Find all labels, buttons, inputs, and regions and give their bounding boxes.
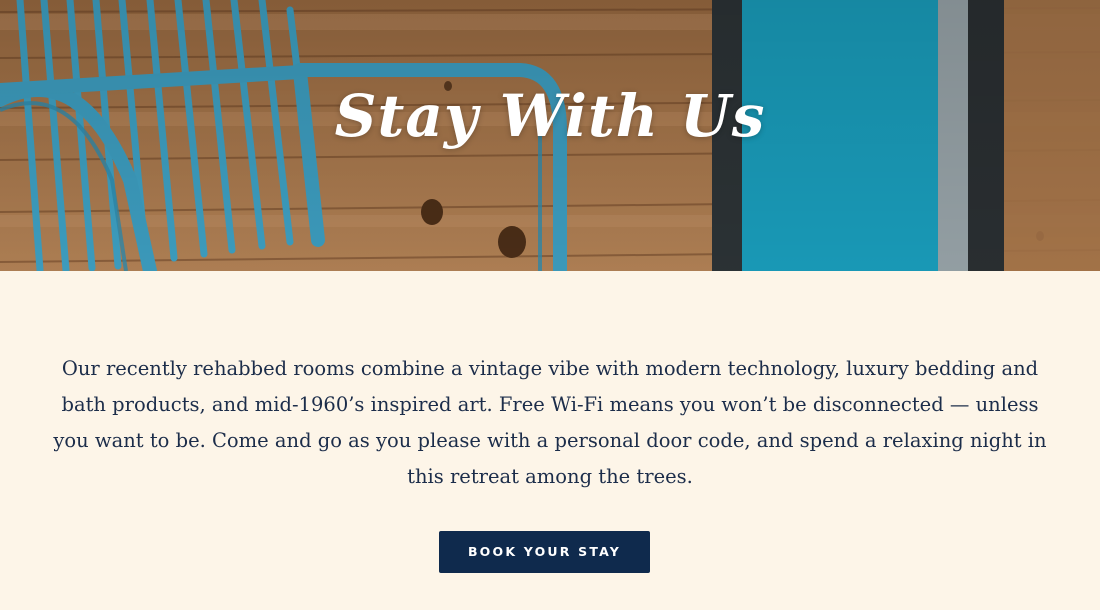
description-text: Our recently rehabbed rooms combine a vi… (53, 357, 1047, 488)
hero-banner: Stay With Us (0, 0, 1100, 271)
hero-title: Stay With Us (334, 82, 766, 150)
page: Stay With Us Our recently rehabbed rooms… (0, 0, 1100, 610)
main-content: Our recently rehabbed rooms combine a vi… (0, 271, 1100, 610)
book-your-stay-button[interactable]: BOOK YOUR STAY (439, 531, 650, 573)
